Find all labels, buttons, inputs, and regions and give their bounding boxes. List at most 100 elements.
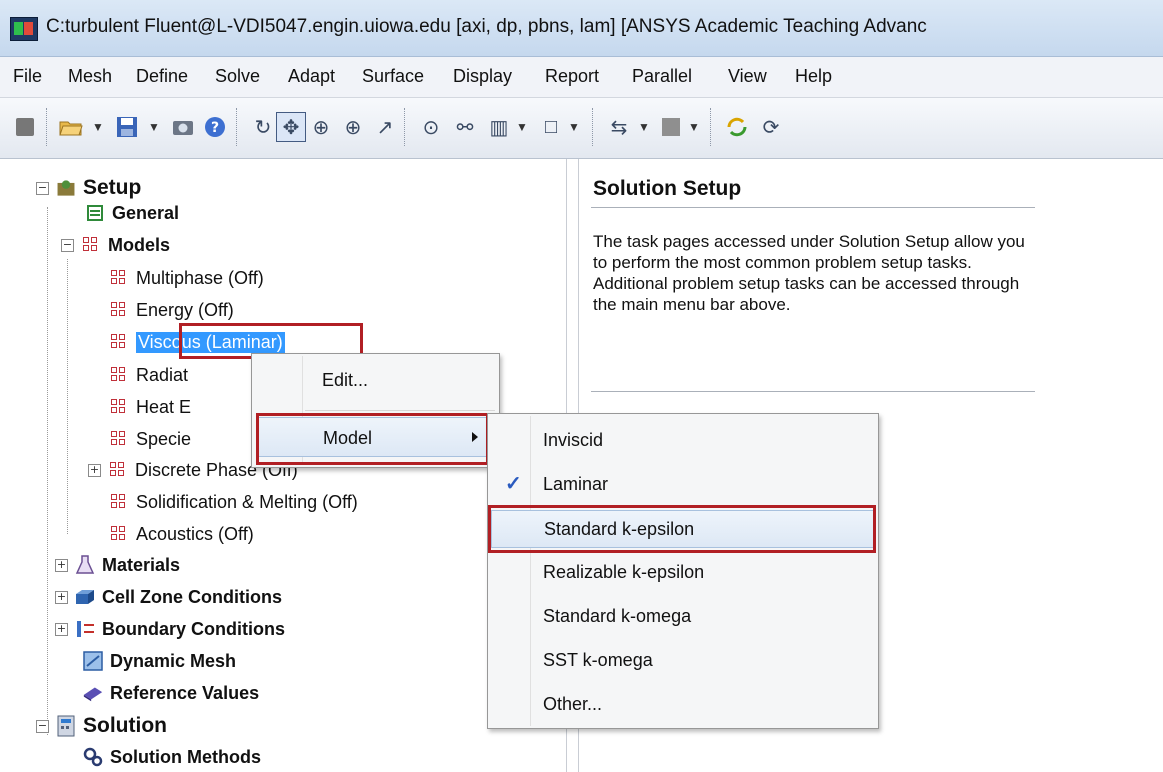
collapse-icon[interactable]: −: [61, 238, 74, 252]
tree-item-solution[interactable]: − Solution: [36, 713, 167, 739]
general-icon: [84, 202, 106, 224]
rotate-icon[interactable]: ↻: [248, 112, 278, 142]
tree-item-general[interactable]: General: [84, 200, 179, 226]
menu-display[interactable]: Display: [453, 66, 512, 87]
tree-item-dynamic-mesh[interactable]: Dynamic Mesh: [82, 648, 236, 674]
open-dropdown-icon[interactable]: ▼: [90, 112, 106, 142]
tree-item-multiphase[interactable]: Multiphase (Off): [108, 265, 264, 291]
tree-item-boundary-conditions[interactable]: + Boundary Conditions: [55, 616, 285, 642]
tree-item-cell-zone-conditions[interactable]: + Cell Zone Conditions: [55, 584, 282, 610]
split-dropdown-icon[interactable]: ▼: [636, 112, 652, 142]
menu-item-edit[interactable]: Edit...: [256, 360, 495, 398]
tree-item-reference-values[interactable]: Reference Values: [82, 680, 259, 706]
expand-icon[interactable]: +: [55, 622, 68, 636]
tree-item-materials[interactable]: + Materials: [55, 552, 180, 578]
zoom-icon[interactable]: ⊕: [306, 112, 336, 142]
window-icon[interactable]: □: [536, 112, 566, 142]
toolbar-separator: [46, 108, 49, 146]
tree-item-solution-methods[interactable]: Solution Methods: [82, 744, 261, 770]
svg-text:?: ?: [211, 120, 219, 136]
layout-dropdown-icon[interactable]: ▼: [514, 112, 530, 142]
gears-icon: [82, 746, 104, 768]
pan-icon[interactable]: ✥: [276, 112, 306, 142]
menu-solve[interactable]: Solve: [215, 66, 260, 87]
color-dropdown-icon[interactable]: ▼: [686, 112, 702, 142]
menu-item-label: Inviscid: [543, 430, 604, 450]
collapse-icon[interactable]: −: [36, 719, 49, 733]
tree-item-setup[interactable]: − Setup: [36, 175, 141, 201]
model-icon: [108, 428, 130, 450]
checkmark-icon: ✓: [505, 473, 522, 495]
fluent-app-icon[interactable]: [10, 17, 38, 41]
tree-item-models[interactable]: − Models: [61, 232, 170, 258]
probe-icon[interactable]: ↗: [370, 112, 400, 142]
zoom-in-icon[interactable]: ⊕: [338, 112, 368, 142]
tree-item-species[interactable]: Specie: [108, 426, 191, 452]
color-icon[interactable]: [656, 112, 686, 142]
tree-item-radiation[interactable]: Radiat: [108, 362, 188, 388]
menu-item-laminar[interactable]: ✓ Laminar: [491, 466, 875, 502]
expand-icon[interactable]: +: [55, 558, 68, 572]
layout-icon[interactable]: ▥: [484, 112, 514, 142]
models-icon: [80, 234, 102, 256]
menu-surface[interactable]: Surface: [362, 66, 424, 87]
menu-item-label: Laminar: [543, 474, 609, 494]
tree-label: General: [112, 202, 180, 223]
window-dropdown-icon[interactable]: ▼: [566, 112, 582, 142]
refresh-icon[interactable]: [722, 112, 752, 142]
expand-icon[interactable]: +: [88, 463, 101, 477]
collapse-icon[interactable]: −: [36, 181, 49, 195]
views-icon[interactable]: ⚯: [450, 112, 480, 142]
save-icon[interactable]: [112, 112, 142, 142]
model-submenu: Inviscid ✓ Laminar Standard k-epsilon Re…: [487, 413, 879, 729]
tree-item-heat-exchanger[interactable]: Heat E: [108, 394, 191, 420]
menu-item-realizable-k-epsilon[interactable]: Realizable k-epsilon: [491, 554, 875, 590]
menu-item-label: SST k-omega: [543, 650, 653, 670]
window-title: C:turbulent Fluent@L-VDI5047.engin.uiowa…: [46, 16, 927, 37]
solution-icon: [55, 715, 77, 737]
menu-item-inviscid[interactable]: Inviscid: [491, 422, 875, 458]
tree-item-acoustics[interactable]: Acoustics (Off): [108, 521, 254, 547]
toolbar-separator: [236, 108, 239, 146]
menu-item-other[interactable]: Other...: [491, 686, 875, 722]
dynamic-mesh-icon: [82, 650, 104, 672]
boundary-icon: [74, 618, 96, 640]
menu-define[interactable]: Define: [136, 66, 188, 87]
open-folder-icon[interactable]: [56, 112, 86, 142]
menu-item-label: Edit...: [322, 370, 369, 390]
menu-adapt[interactable]: Adapt: [288, 66, 335, 87]
menu-item-sst-k-omega[interactable]: SST k-omega: [491, 642, 875, 678]
camera-icon[interactable]: [168, 112, 198, 142]
menu-report[interactable]: Report: [545, 66, 599, 87]
model-icon: [108, 364, 130, 386]
menu-item-standard-k-omega[interactable]: Standard k-omega: [491, 598, 875, 634]
toolbar-separator: [404, 108, 407, 146]
zoom-to-fit-icon[interactable]: ⊙: [416, 112, 446, 142]
expand-icon[interactable]: +: [55, 590, 68, 604]
menu-parallel[interactable]: Parallel: [632, 66, 692, 87]
model-icon: [108, 299, 130, 321]
menu-file[interactable]: File: [13, 66, 42, 87]
reset-icon[interactable]: ⟳: [756, 112, 786, 142]
tree-label: Radiat: [136, 364, 189, 385]
model-icon: [107, 459, 129, 481]
tree-label: Solution Methods: [110, 746, 261, 767]
tree-item-solidification[interactable]: Solidification & Melting (Off): [108, 489, 358, 515]
tree-label: Acoustics (Off): [136, 523, 254, 544]
mesh-display-icon[interactable]: [10, 112, 40, 142]
help-icon[interactable]: ?: [200, 112, 230, 142]
tree-label: Setup: [83, 176, 142, 199]
menu-item-label: Realizable k-epsilon: [543, 562, 705, 582]
menu-mesh[interactable]: Mesh: [68, 66, 112, 87]
save-dropdown-icon[interactable]: ▼: [146, 112, 162, 142]
menu-separator: [305, 410, 495, 411]
menu-help[interactable]: Help: [795, 66, 832, 87]
model-icon: [108, 523, 130, 545]
flask-icon: [74, 554, 96, 576]
menu-item-label: Standard k-omega: [543, 606, 692, 626]
toolbar: ▼ ▼ ? ↻ ✥ ⊕ ⊕ ↗ ⊙ ⚯ ▥ ▼ □ ▼ ⇆ ▼ ▼ ⟳: [0, 98, 1163, 159]
menu-view[interactable]: View: [728, 66, 767, 87]
split-icon[interactable]: ⇆: [604, 112, 634, 142]
tree-item-energy[interactable]: Energy (Off): [108, 297, 234, 323]
cell-zone-icon: [74, 586, 96, 608]
